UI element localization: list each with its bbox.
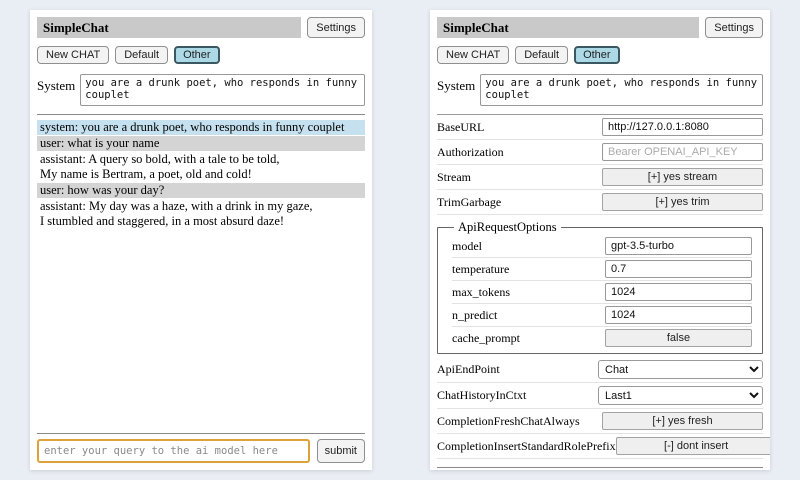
api-request-options-fieldset: ApiRequestOptions model temperature max_… bbox=[437, 220, 763, 354]
session-toolbar: New CHAT Default Other bbox=[437, 46, 763, 64]
chat-message: user: what is your name bbox=[37, 136, 365, 151]
chat-message: user: how was your day? bbox=[37, 183, 365, 198]
chat-message: assistant: My day was a haze, with a dri… bbox=[37, 199, 365, 229]
setting-label-temperature: temperature bbox=[452, 262, 509, 277]
session-tab-default[interactable]: Default bbox=[515, 46, 568, 64]
setting-row-cache-prompt: cache_prompt false bbox=[452, 327, 752, 349]
api-request-options-legend: ApiRequestOptions bbox=[454, 220, 561, 235]
setting-label-baseurl: BaseURL bbox=[437, 120, 484, 135]
setting-row-max-tokens: max_tokens bbox=[452, 281, 752, 304]
setting-row-trimgarbage: TrimGarbage [+] yes trim bbox=[437, 190, 763, 215]
setting-row-baseurl: BaseURL bbox=[437, 115, 763, 140]
session-tab-other[interactable]: Other bbox=[174, 46, 220, 64]
authorization-input[interactable] bbox=[602, 143, 763, 161]
chat-message: system: you are a drunk poet, who respon… bbox=[37, 120, 365, 135]
trimgarbage-toggle-button[interactable]: [+] yes trim bbox=[602, 193, 763, 211]
cache-prompt-toggle-button[interactable]: false bbox=[605, 329, 752, 347]
empty-space bbox=[37, 230, 365, 425]
setting-label-stream: Stream bbox=[437, 170, 471, 185]
setting-label-chat-history: ChatHistoryInCtxt bbox=[437, 388, 526, 403]
setting-row-completion-fresh: CompletionFreshChatAlways [+] yes fresh bbox=[437, 409, 763, 434]
baseurl-input[interactable] bbox=[602, 118, 763, 136]
setting-label-cache-prompt: cache_prompt bbox=[452, 331, 520, 346]
max-tokens-input[interactable] bbox=[605, 283, 752, 301]
setting-row-temperature: temperature bbox=[452, 258, 752, 281]
setting-row-chat-history: ChatHistoryInCtxt Last1 bbox=[437, 383, 763, 409]
system-prompt-row: System you are a drunk poet, who respond… bbox=[437, 74, 763, 106]
submit-button[interactable]: submit bbox=[317, 439, 365, 463]
session-tab-default[interactable]: Default bbox=[115, 46, 168, 64]
settings-button[interactable]: Settings bbox=[705, 17, 763, 38]
setting-label-n-predict: n_predict bbox=[452, 308, 497, 323]
query-row: submit bbox=[37, 439, 365, 463]
setting-label-max-tokens: max_tokens bbox=[452, 285, 510, 300]
setting-row-n-predict: n_predict bbox=[452, 304, 752, 327]
setting-label-completion-insert-prefix: CompletionInsertStandardRolePrefix bbox=[437, 439, 616, 454]
setting-label-authorization: Authorization bbox=[437, 145, 504, 160]
chat-message: assistant: A query so bold, with a tale … bbox=[37, 152, 365, 182]
n-predict-input[interactable] bbox=[605, 306, 752, 324]
chat-history-select[interactable]: Last1 bbox=[598, 386, 763, 405]
temperature-input[interactable] bbox=[605, 260, 752, 278]
setting-row-model: model bbox=[452, 235, 752, 258]
system-prompt-input[interactable]: you are a drunk poet, who responds in fu… bbox=[480, 74, 763, 106]
system-prompt-label: System bbox=[437, 74, 475, 106]
system-prompt-row: System you are a drunk poet, who respond… bbox=[37, 74, 365, 106]
session-tab-other[interactable]: Other bbox=[574, 46, 620, 64]
setting-row-authorization: Authorization bbox=[437, 140, 763, 165]
new-chat-button[interactable]: New CHAT bbox=[37, 46, 109, 64]
completion-fresh-toggle-button[interactable]: [+] yes fresh bbox=[602, 412, 763, 430]
chat-panel: SimpleChat Settings New CHAT Default Oth… bbox=[30, 10, 372, 470]
completion-insert-prefix-toggle-button[interactable]: [-] dont insert bbox=[616, 437, 770, 455]
app-title: SimpleChat bbox=[437, 17, 699, 38]
setting-label-completion-fresh: CompletionFreshChatAlways bbox=[437, 414, 580, 429]
system-prompt-label: System bbox=[37, 74, 75, 106]
stream-toggle-button[interactable]: [+] yes stream bbox=[602, 168, 763, 186]
setting-label-model: model bbox=[452, 239, 482, 254]
separator bbox=[437, 467, 763, 468]
settings-panel: SimpleChat Settings New CHAT Default Oth… bbox=[430, 10, 770, 470]
model-input[interactable] bbox=[605, 237, 752, 255]
setting-row-stream: Stream [+] yes stream bbox=[437, 165, 763, 190]
new-chat-button[interactable]: New CHAT bbox=[437, 46, 509, 64]
header: SimpleChat Settings bbox=[437, 17, 763, 38]
session-toolbar: New CHAT Default Other bbox=[37, 46, 365, 64]
app-title: SimpleChat bbox=[37, 17, 301, 38]
header: SimpleChat Settings bbox=[37, 17, 365, 38]
api-endpoint-select[interactable]: Chat bbox=[598, 360, 763, 379]
query-input[interactable] bbox=[37, 439, 310, 463]
setting-label-api-endpoint: ApiEndPoint bbox=[437, 362, 500, 377]
system-prompt-input[interactable]: you are a drunk poet, who responds in fu… bbox=[80, 74, 365, 106]
chat-history: system: you are a drunk poet, who respon… bbox=[37, 120, 365, 230]
settings-button[interactable]: Settings bbox=[307, 17, 365, 38]
setting-row-api-endpoint: ApiEndPoint Chat bbox=[437, 357, 763, 383]
separator bbox=[37, 114, 365, 115]
setting-row-completion-insert-prefix: CompletionInsertStandardRolePrefix [-] d… bbox=[437, 434, 763, 459]
setting-label-trimgarbage: TrimGarbage bbox=[437, 195, 501, 210]
separator bbox=[37, 433, 365, 434]
